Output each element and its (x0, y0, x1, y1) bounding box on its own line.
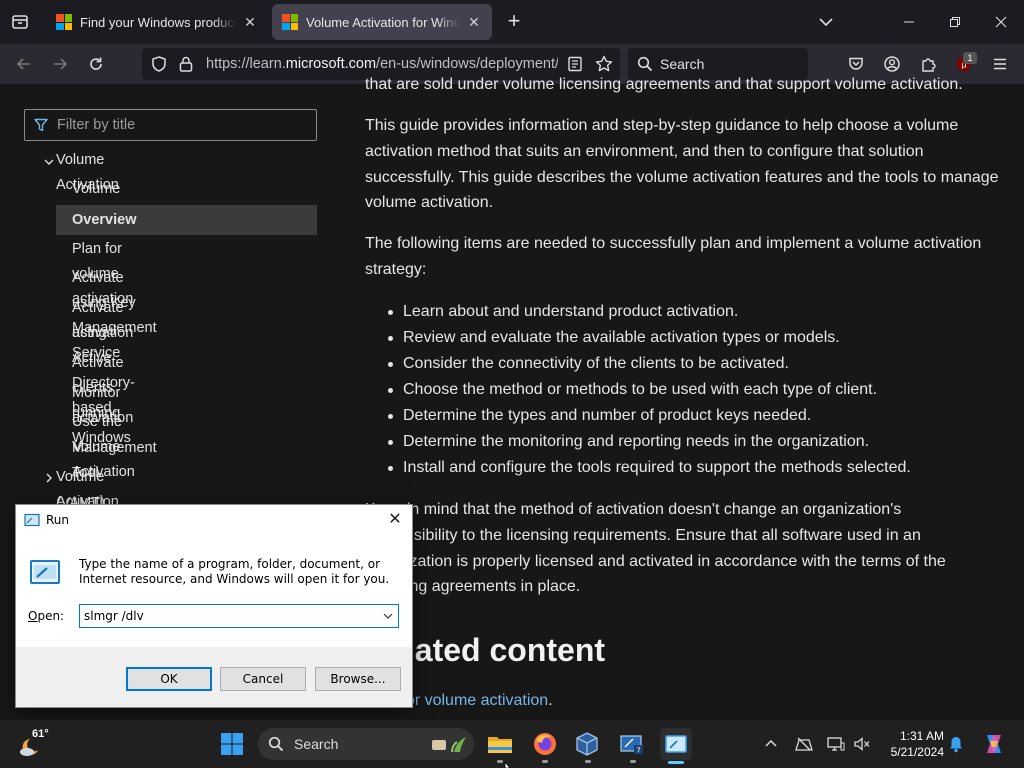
bookmark-star-icon[interactable] (594, 54, 614, 74)
tab-product-key[interactable]: Find your Windows product key ✕ (46, 4, 268, 40)
active-indicator (668, 761, 684, 764)
tab-title: Find your Windows product key (80, 14, 236, 30)
lock-icon[interactable] (178, 55, 194, 73)
running-indicator (497, 760, 503, 763)
run-large-icon (30, 560, 60, 584)
weather-temp: 61° (32, 728, 49, 740)
chevron-down-icon[interactable] (43, 156, 55, 168)
run-app-icon (24, 513, 40, 527)
close-window-button[interactable] (978, 0, 1024, 44)
run-dialog-body: Type the name of a program, folder, docu… (16, 535, 412, 647)
clock-time: 1:31 AM (899, 729, 944, 743)
microsoft-logo-icon (56, 14, 72, 30)
run-dialog-titlebar[interactable]: Run ✕ (16, 505, 412, 535)
firefox-icon[interactable] (529, 728, 561, 760)
tab-close-icon[interactable]: ✕ (466, 14, 482, 30)
link-suffix: . (548, 692, 553, 709)
chevron-up-icon[interactable] (757, 728, 785, 760)
run-open-label: Open: (28, 609, 65, 623)
virtualbox-icon[interactable] (571, 728, 603, 760)
clock[interactable]: 1:31 AM 5/21/2024 (880, 728, 944, 760)
tab-close-icon[interactable]: ✕ (242, 14, 258, 30)
list-item: Install and configure the tools required… (388, 455, 1008, 481)
run-open-combobox[interactable] (79, 604, 399, 628)
vmware-icon[interactable]: 7 (616, 728, 648, 760)
search-icon (268, 736, 284, 752)
network-off-icon[interactable] (790, 728, 818, 760)
firefox-view-icon[interactable] (8, 10, 32, 34)
search-bar-placeholder: Search (660, 56, 705, 72)
article-paragraph-2: The following items are needed to succes… (365, 235, 982, 278)
display-icon[interactable] (822, 728, 850, 760)
restore-button[interactable] (932, 0, 978, 44)
list-item: Consider the connectivity of the clients… (388, 351, 1008, 377)
running-indicator (630, 760, 636, 763)
volume-muted-icon[interactable] (848, 728, 876, 760)
weather-widget[interactable]: 61° (18, 728, 58, 760)
article-paragraph-3: Keep in mind that the method of activati… (365, 501, 946, 596)
toc-item-ad-based-cont[interactable]: activation (72, 321, 133, 346)
minimize-button[interactable] (886, 0, 932, 44)
windows-logo-icon (221, 733, 243, 755)
reader-view-icon[interactable] (566, 55, 584, 73)
toc-item-overview[interactable]: Overview (56, 205, 317, 235)
search-highlight-icon (432, 737, 466, 753)
filter-icon (33, 117, 49, 133)
notification-bell-icon[interactable] (944, 728, 968, 760)
taskbar-search-placeholder: Search (294, 736, 339, 752)
mouse-cursor-icon (504, 762, 511, 768)
toc-filter-input[interactable] (57, 115, 307, 135)
list-item: Learn about and understand product activ… (388, 299, 1008, 325)
reload-icon[interactable] (84, 52, 108, 76)
list-all-tabs-icon[interactable] (816, 12, 836, 32)
tracking-protection-icon[interactable] (150, 55, 168, 73)
run-close-icon[interactable]: ✕ (384, 509, 406, 531)
running-indicator (585, 760, 591, 763)
start-button[interactable] (216, 728, 248, 760)
cancel-button[interactable]: Cancel (220, 667, 306, 691)
file-explorer-icon[interactable] (484, 728, 516, 760)
list-item: Choose the method or methods to be used … (388, 377, 1008, 403)
article-partial-paragraph: that are sold under volume licensing agr… (365, 76, 963, 93)
taskbar-search[interactable]: Search (258, 728, 474, 760)
copilot-icon[interactable] (978, 728, 1010, 760)
forward-icon[interactable] (48, 52, 72, 76)
article-paragraph-1: This guide provides information and step… (365, 117, 999, 212)
svg-text:7: 7 (636, 747, 640, 755)
browse-button[interactable]: Browse... (315, 667, 401, 691)
run-taskbar-icon[interactable] (660, 728, 692, 760)
tab-title: Volume Activation for Windows (306, 14, 460, 30)
running-indicator (542, 760, 548, 763)
clock-date: 5/21/2024 (890, 745, 944, 759)
run-description: Type the name of a program, folder, docu… (79, 557, 390, 586)
chevron-right-icon[interactable] (43, 472, 55, 484)
run-command-input[interactable] (84, 608, 374, 624)
chevron-down-icon[interactable] (380, 608, 396, 624)
back-icon[interactable] (12, 52, 36, 76)
list-item: Determine the types and number of produc… (388, 403, 1008, 429)
list-item: Determine the monitoring and reporting n… (388, 429, 1008, 455)
list-item: Review and evaluate the available activa… (388, 325, 1008, 351)
extension-badge: 1 (963, 52, 977, 64)
requirements-list: Learn about and understand product activ… (388, 299, 1008, 481)
microsoft-logo-icon (282, 14, 298, 30)
url-text[interactable]: https://learn.microsoft.com/en-us/window… (206, 56, 558, 72)
toc-filter-field[interactable] (24, 109, 317, 141)
run-dialog: Run ✕ Type the name of a program, folder… (15, 504, 413, 708)
ok-button[interactable]: OK (126, 667, 212, 691)
search-icon (637, 56, 653, 72)
browser-tab-strip: Find your Windows product key ✕ Volume A… (0, 0, 1024, 44)
run-dialog-title: Run (46, 513, 70, 527)
tab-volume-activation[interactable]: Volume Activation for Windows ✕ (272, 4, 492, 40)
new-tab-button[interactable]: + (503, 10, 525, 33)
windows-taskbar: 61° Search 7 1:31 AM 5/21/2024 (0, 720, 1024, 768)
